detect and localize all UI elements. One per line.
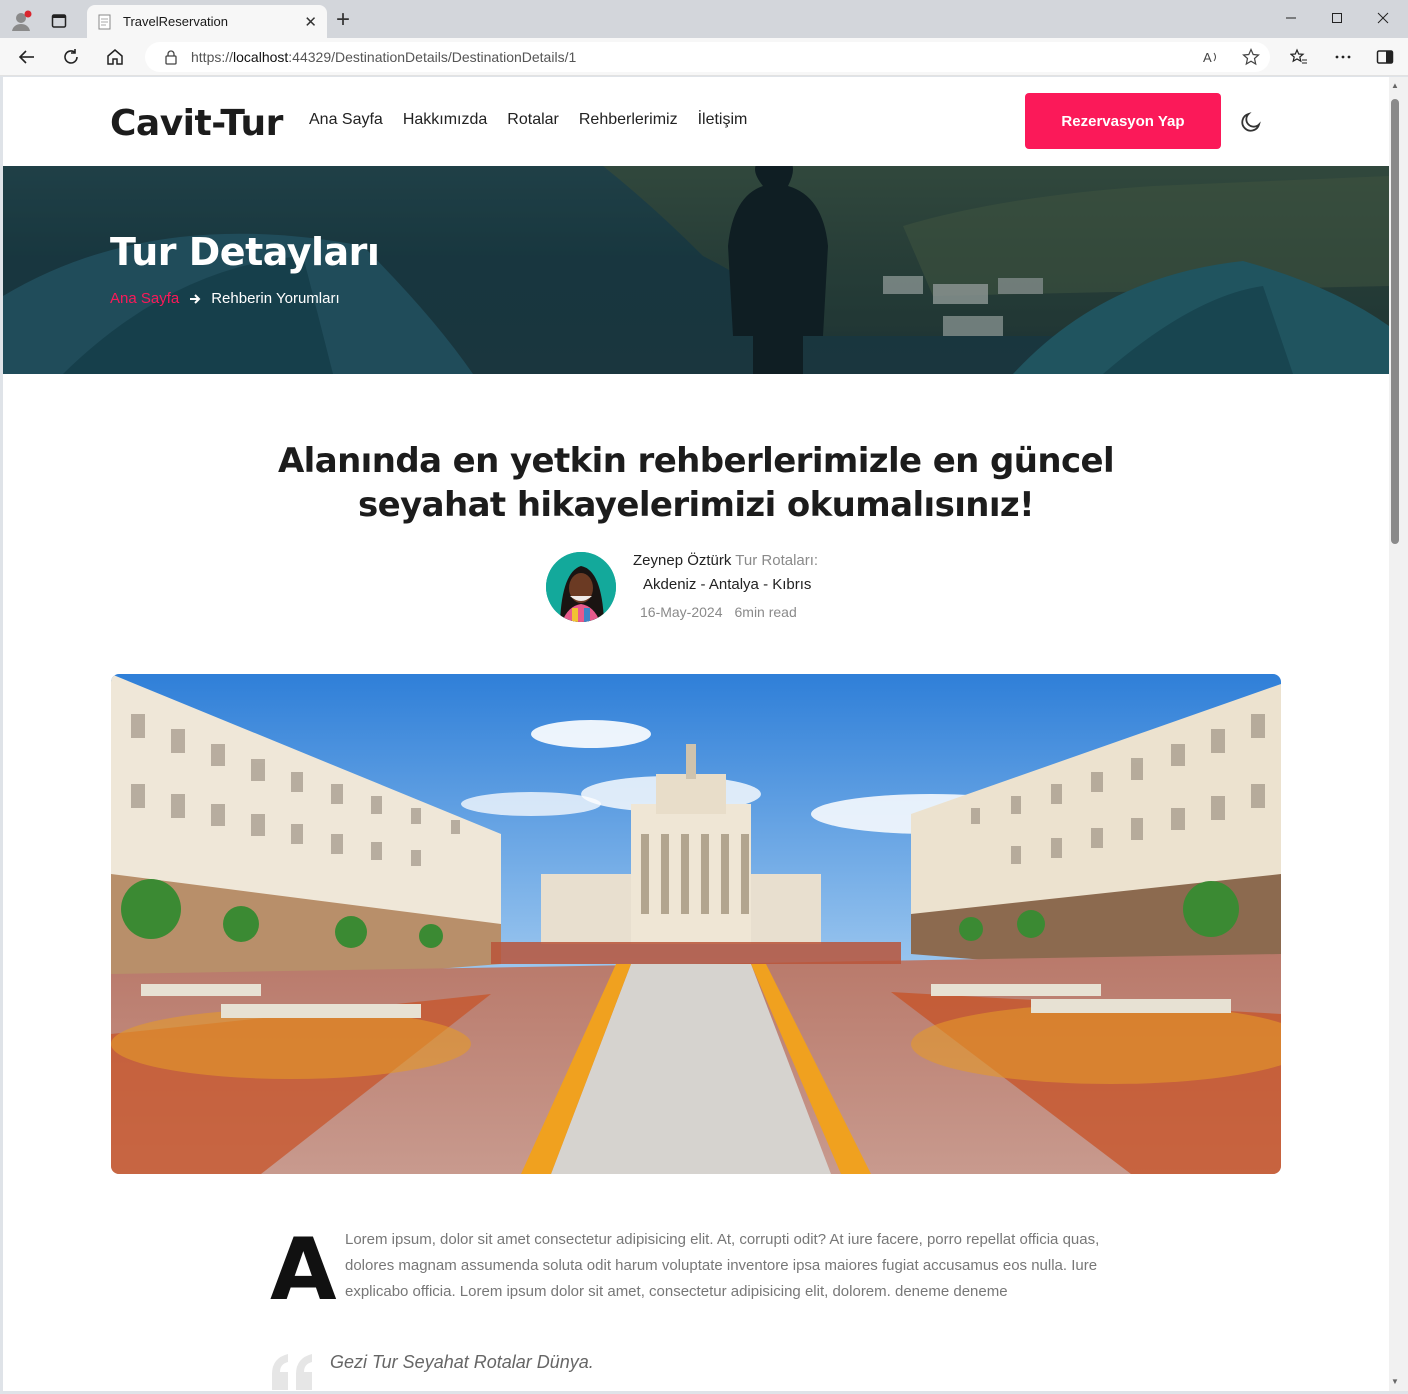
article-headline: Alanında en yetkin rehberlerimizle en gü…: [3, 439, 1389, 527]
read-aloud-icon[interactable]: A: [1202, 48, 1220, 66]
drop-cap: A: [270, 1220, 337, 1320]
headline-line-1: Alanında en yetkin rehberlerimizle en gü…: [277, 441, 1115, 481]
menu-item-guides[interactable]: Rehberlerimiz: [579, 111, 678, 129]
author-name[interactable]: Zeynep Öztürk: [633, 552, 731, 569]
post-date: 16-May-2024: [640, 604, 723, 620]
tour-route: Akdeniz - Antalya - Kıbrıs: [643, 576, 812, 593]
close-window-icon[interactable]: [1360, 4, 1406, 32]
back-icon[interactable]: [15, 45, 39, 69]
address-bar: https://localhost:44329/DestinationDetai…: [0, 38, 1408, 76]
reservation-button[interactable]: Rezervasyon Yap: [1025, 93, 1221, 149]
favorites-icon[interactable]: [1287, 45, 1311, 69]
maximize-icon[interactable]: [1314, 4, 1360, 32]
quote-icon: [272, 1354, 312, 1390]
author-avatar: [546, 552, 616, 622]
read-time: 6min read: [734, 604, 797, 620]
page-scrollbar[interactable]: ▲ ▼: [1389, 77, 1408, 1391]
menu-item-contact[interactable]: İletişim: [698, 111, 748, 129]
destination-photo: [111, 674, 1281, 1174]
scrollbar-thumb[interactable]: [1391, 99, 1399, 544]
menu-item-home[interactable]: Ana Sayfa: [309, 111, 383, 129]
headline-line-2: seyahat hikayelerimizi okumalısınız!: [357, 485, 1035, 525]
post-meta: 16-May-2024 6min read: [640, 604, 797, 620]
page-viewport: Cavit-Tur Ana Sayfa Hakkımızda Rotalar R…: [3, 77, 1389, 1391]
lead-paragraph: Lorem ipsum, dolor sit amet consectetur …: [345, 1231, 1100, 1300]
dark-mode-moon-icon[interactable]: [1239, 110, 1263, 134]
home-icon[interactable]: [103, 45, 127, 69]
menu-item-routes[interactable]: Rotalar: [507, 111, 559, 129]
breadcrumb: Ana Sayfa Rehberin Yorumları: [110, 290, 340, 307]
author-name-line: Zeynep Öztürk Tur Rotaları:: [633, 552, 818, 569]
favorite-star-icon[interactable]: [1242, 48, 1260, 66]
sidebar-toggle-icon[interactable]: [1373, 45, 1397, 69]
page-icon: [98, 14, 111, 29]
refresh-icon[interactable]: [59, 45, 83, 69]
hero-banner: Tur Detayları Ana Sayfa Rehberin Yorumla…: [3, 166, 1389, 374]
url-text: https://localhost:44329/DestinationDetai…: [191, 49, 577, 65]
site-logo[interactable]: Cavit-Tur: [110, 103, 283, 144]
arrow-right-icon: [190, 293, 201, 304]
site-header: Cavit-Tur Ana Sayfa Hakkımızda Rotalar R…: [3, 77, 1389, 166]
svg-text:A: A: [1203, 50, 1212, 65]
browser-tab-bar: TravelReservation ✕ +: [0, 0, 1408, 38]
url-field[interactable]: https://localhost:44329/DestinationDetai…: [145, 42, 1270, 72]
scroll-up-icon[interactable]: ▲: [1391, 81, 1399, 90]
scroll-down-icon[interactable]: ▼: [1391, 1377, 1399, 1386]
breadcrumb-home-link[interactable]: Ana Sayfa: [110, 290, 179, 307]
quote-text: Gezi Tur Seyahat Rotalar Dünya.: [330, 1352, 594, 1372]
breadcrumb-current: Rehberin Yorumları: [211, 290, 340, 307]
close-tab-icon[interactable]: ✕: [304, 13, 317, 31]
menu-item-about[interactable]: Hakkımızda: [403, 111, 487, 129]
more-options-icon[interactable]: [1331, 45, 1355, 69]
tab-title: TravelReservation: [123, 14, 229, 29]
route-label: Tur Rotaları:: [735, 552, 819, 569]
minimize-icon[interactable]: [1268, 4, 1314, 32]
lock-icon: [165, 50, 177, 65]
tab-actions-icon[interactable]: [47, 9, 71, 33]
main-menu: Ana Sayfa Hakkımızda Rotalar Rehberlerim…: [309, 111, 747, 129]
author-block: Zeynep Öztürk Tur Rotaları: Akdeniz - An…: [546, 552, 846, 624]
profile-icon[interactable]: [9, 9, 33, 33]
new-tab-icon[interactable]: +: [336, 8, 350, 32]
hero-title: Tur Detayları: [110, 230, 380, 274]
browser-tab[interactable]: TravelReservation ✕: [87, 5, 327, 38]
